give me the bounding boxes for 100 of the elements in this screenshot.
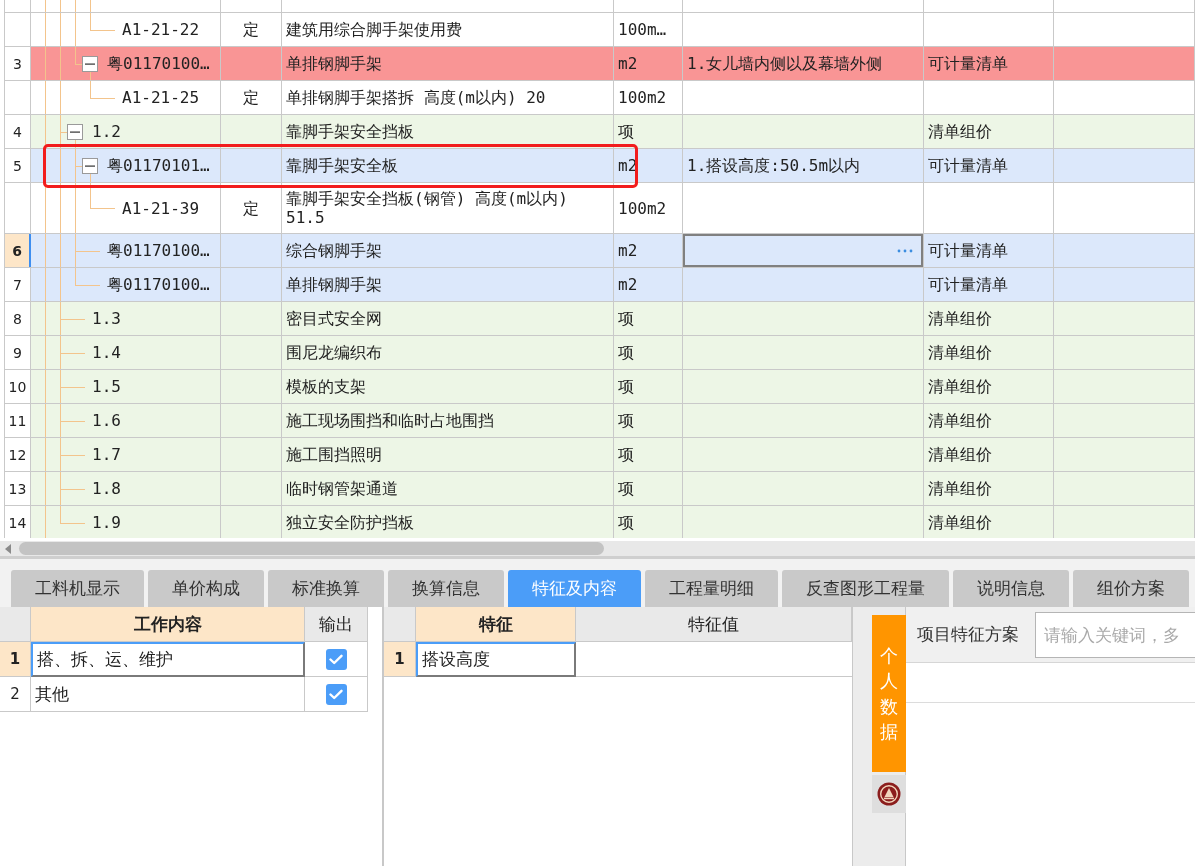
item-unit: 项 [618, 122, 634, 141]
item-name: 单排钢脚手架 [286, 275, 382, 294]
table-row[interactable]: 3 粤01170100… 单排钢脚手架 m2 1.女儿墙内侧以及幕墙外侧 可计量清单 [4, 47, 1195, 81]
item-unit: m2 [618, 275, 638, 294]
row-header: 9 [4, 336, 31, 369]
item-unit: 项 [618, 343, 634, 362]
horizontal-scrollbar[interactable] [0, 541, 1195, 558]
detail-tab[interactable]: 工料机显示 [11, 570, 144, 607]
feature-value-input[interactable] [683, 234, 923, 267]
detail-tab[interactable]: 换算信息 [388, 570, 504, 607]
row-header: 2 [0, 677, 31, 712]
item-category: 清单组价 [928, 309, 992, 328]
column-header[interactable]: 特征 [416, 607, 576, 642]
detail-tab[interactable]: 组价方案 [1073, 570, 1189, 607]
row-header: 4 [4, 115, 31, 148]
row-header: 1 [0, 642, 31, 677]
item-category: 清单组价 [928, 377, 992, 396]
item-name: 单排钢脚手架搭拆 高度(m以内) 20 [286, 88, 546, 107]
item-unit: 项 [618, 479, 634, 498]
item-feature: 1.搭设高度:50.5m以内 [687, 156, 861, 175]
item-code: A1-21-39 [122, 198, 200, 218]
detail-tab[interactable]: 工程量明细 [645, 570, 778, 607]
table-row[interactable]: 9 1.4 围尼龙编织布 项 清单组价 [4, 336, 1195, 370]
item-code: 粤01170101… [107, 156, 210, 175]
item-category: 可计量清单 [928, 156, 1008, 175]
item-category: 可计量清单 [928, 275, 1008, 294]
row-header: 3 [4, 47, 31, 80]
output-checkbox[interactable] [325, 683, 347, 705]
item-code: 1.5 [92, 377, 121, 396]
item-name: 密目式安全网 [286, 309, 382, 328]
table-row[interactable]: 6 粤01170100… 综合钢脚手架 m2 可计量清单 [4, 234, 1195, 268]
detail-tab[interactable]: 反查图形工程量 [782, 570, 949, 607]
item-code: 1.8 [92, 479, 121, 498]
emblem-button[interactable] [872, 775, 906, 813]
item-type: 定 [243, 20, 259, 39]
table-row[interactable]: A1-21-22 定 建筑用综合脚手架使用费 100m… [4, 13, 1195, 47]
table-row[interactable]: 8 1.3 密目式安全网 项 清单组价 [4, 302, 1195, 336]
ellipsis-icon [897, 248, 913, 253]
collapse-toggle[interactable] [82, 55, 98, 72]
column-header[interactable]: 特征值 [576, 607, 852, 642]
detail-tab[interactable]: 标准换算 [268, 570, 384, 607]
row-header: 13 [4, 472, 31, 505]
row-header: 11 [4, 404, 31, 437]
item-unit: 项 [618, 377, 634, 396]
table-row[interactable]: 12 1.7 施工围挡照明 项 清单组价 [4, 438, 1195, 472]
checkmark-icon [329, 688, 343, 700]
item-name: 施工现场围挡和临时占地围挡 [286, 411, 494, 430]
item-code: 粤01170100… [107, 241, 210, 260]
item-name: 施工围挡照明 [286, 445, 382, 464]
output-checkbox[interactable] [325, 648, 347, 670]
item-code: A1-21-25 [122, 88, 200, 107]
row-header: 5 [4, 149, 31, 182]
scroll-left-arrow-icon[interactable] [5, 543, 11, 554]
table-row[interactable]: 13 1.8 临时钢管架通道 项 清单组价 [4, 472, 1195, 506]
feature-name-cell[interactable]: 搭设高度 [416, 642, 576, 677]
item-category: 可计量清单 [928, 241, 1008, 260]
item-name: 临时钢管架通道 [286, 479, 398, 498]
item-name: 靠脚手架安全板 [286, 156, 398, 175]
checkmark-icon [329, 653, 343, 665]
item-code: 粤01170100… [107, 275, 210, 294]
table-row[interactable]: 7 粤01170100… 单排钢脚手架 m2 可计量清单 [4, 268, 1195, 302]
collapse-toggle[interactable] [82, 157, 98, 174]
item-type: 定 [243, 88, 259, 107]
scrollbar-thumb[interactable] [19, 542, 604, 555]
item-category: 清单组价 [928, 411, 992, 430]
item-category: 清单组价 [928, 445, 992, 464]
item-code: 1.4 [92, 343, 121, 362]
item-unit: 100m… [618, 20, 667, 39]
round-emblem-icon [877, 782, 901, 806]
item-category: 清单组价 [928, 479, 992, 498]
item-code: 1.2 [92, 122, 121, 141]
column-header[interactable]: 工作内容 [31, 607, 305, 642]
item-code: 1.9 [92, 513, 121, 532]
item-unit: 项 [618, 445, 634, 464]
table-row[interactable]: A1-21-39 定 靠脚手架安全挡板(钢管) 高度(m以内) 51.5 100m2 [4, 183, 1195, 234]
item-name: 建筑用综合脚手架使用费 [286, 20, 462, 39]
work-content-cell[interactable]: 搭、拆、运、维护 [31, 642, 305, 677]
table-row[interactable]: 14 1.9 独立安全防护挡板 项 清单组价 [4, 506, 1195, 538]
item-name: 综合钢脚手架 [286, 241, 382, 260]
scheme-label: 项目特征方案 [917, 623, 1019, 646]
table-row[interactable]: 11 1.6 施工现场围挡和临时占地围挡 项 清单组价 [4, 404, 1195, 438]
work-content-cell[interactable]: 其他 [31, 677, 305, 712]
column-header[interactable]: 输出 [305, 607, 368, 642]
detail-tab[interactable]: 说明信息 [953, 570, 1069, 607]
row-header: 6 [4, 234, 31, 267]
item-code: 1.6 [92, 411, 121, 430]
row-header: 10 [4, 370, 31, 403]
item-category: 清单组价 [928, 122, 992, 141]
item-unit: 项 [618, 513, 634, 532]
row-header: 1 [384, 642, 416, 677]
item-unit: m2 [618, 54, 638, 73]
detail-tab[interactable]: 单价构成 [148, 570, 264, 607]
item-unit: 项 [618, 309, 634, 328]
item-unit: m2 [618, 241, 638, 260]
table-row[interactable]: 10 1.5 模板的支架 项 清单组价 [4, 370, 1195, 404]
table-row[interactable]: 4 1.2 靠脚手架安全挡板 项 清单组价 [4, 115, 1195, 149]
table-row[interactable]: A1-21-25 定 单排钢脚手架搭拆 高度(m以内) 20 100m2 [4, 81, 1195, 115]
collapse-toggle[interactable] [67, 123, 83, 140]
item-code: 粤01170100… [107, 54, 210, 73]
keyword-search-field[interactable]: 请输入关键词，多 [1035, 611, 1195, 658]
